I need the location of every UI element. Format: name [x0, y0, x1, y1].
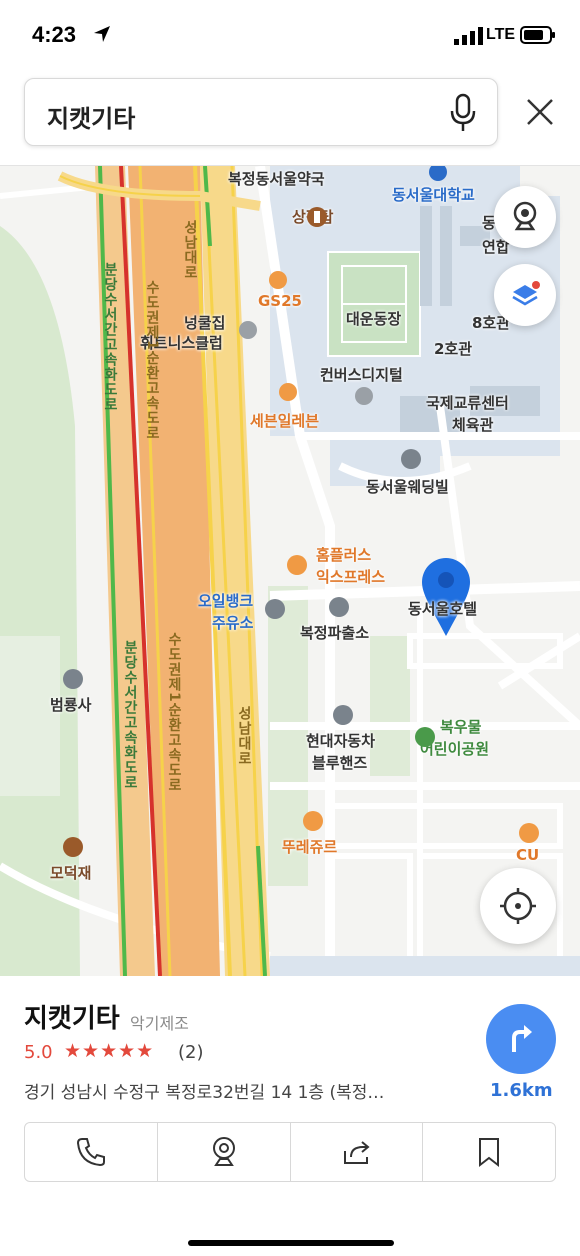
- share-icon: [344, 1141, 370, 1164]
- search-query: 지캣기타: [47, 105, 136, 133]
- search-input[interactable]: 지캣기타: [24, 78, 498, 146]
- poi-converse[interactable]: 컨버스디지털: [320, 364, 403, 385]
- poi-homeplus-2[interactable]: 익스프레스: [316, 566, 385, 587]
- microphone-icon[interactable]: [447, 93, 479, 133]
- directions-button[interactable]: [486, 1004, 556, 1074]
- car-repair-icon: [333, 705, 353, 725]
- university-icon: [429, 166, 447, 181]
- street-view-icon: [513, 201, 537, 231]
- place-distance: 1.6km: [490, 1080, 553, 1101]
- poi-pharmacy[interactable]: 복정동서울약국: [228, 168, 325, 189]
- road-label-seongnam-2: 성남대로: [236, 706, 252, 766]
- poi-tennis-1[interactable]: 넝쿨집: [184, 312, 225, 333]
- poi-tous[interactable]: 뚜레쥬르: [282, 836, 337, 857]
- my-location-button[interactable]: [480, 868, 556, 944]
- poi-oilbank-1[interactable]: 오일뱅크: [198, 590, 253, 611]
- park-icon: [415, 727, 435, 747]
- poi-hotel[interactable]: 동서울호텔: [408, 598, 477, 619]
- home-indicator: [188, 1240, 394, 1246]
- poi-hall2[interactable]: 2호관: [434, 338, 472, 359]
- poi-field[interactable]: 대운동장: [346, 308, 401, 329]
- bookmark-icon: [479, 1138, 500, 1168]
- convenience-store-icon: [279, 383, 297, 401]
- poi-oilbank-2[interactable]: 주유소: [212, 612, 253, 633]
- poi-modeok[interactable]: 모덕재: [50, 862, 91, 883]
- place-pin[interactable]: [422, 558, 470, 636]
- street-view-button[interactable]: [494, 186, 556, 248]
- review-count[interactable]: (2): [178, 1042, 204, 1063]
- place-card[interactable]: 지캣기타 악기제조 5.0 ★★★★★ (2) 경기 성남시 수정구 복정로32…: [0, 976, 580, 1256]
- statue-icon: [307, 207, 327, 227]
- poi-intl-2[interactable]: 체육관: [452, 414, 493, 435]
- police-icon: [329, 597, 349, 617]
- search-bar: 지캣기타: [0, 70, 580, 166]
- crosshair-icon: [500, 888, 536, 924]
- shop-icon: [355, 387, 373, 405]
- poi-hyundai-1[interactable]: 현대자동차: [306, 730, 375, 751]
- poi-cu[interactable]: CU: [516, 846, 539, 864]
- historic-site-icon: [63, 837, 83, 857]
- poi-police[interactable]: 복정파출소: [300, 622, 369, 643]
- wedding-icon: [401, 449, 421, 469]
- status-bar: 4:23 LTE: [0, 0, 580, 70]
- directions-arrow-icon: [512, 1025, 532, 1052]
- signal-icon: [454, 27, 483, 45]
- poi-homeplus-1[interactable]: 홈플러스: [316, 544, 371, 565]
- poi-wedding[interactable]: 동서울웨딩빌: [366, 476, 449, 497]
- supermarket-icon: [287, 555, 307, 575]
- street-view-icon: [212, 1137, 235, 1166]
- bakery-icon: [303, 811, 323, 831]
- close-icon[interactable]: [518, 90, 562, 134]
- road-label-sudo-2: 수도권제1순환고속도로: [166, 632, 182, 793]
- temple-icon: [63, 669, 83, 689]
- place-address: 경기 성남시 수정구 복정로32번길 14 1층 (복정…: [24, 1083, 385, 1103]
- place-name: 지캣기타: [24, 1004, 120, 1034]
- layers-icon: [512, 281, 540, 306]
- rating-stars-icon: ★★★★★: [64, 1040, 155, 1062]
- poi-intl-1[interactable]: 국제교류센터: [426, 392, 509, 413]
- battery-icon: [520, 26, 555, 44]
- bookmark-button[interactable]: [423, 1123, 555, 1181]
- network-label: LTE: [486, 26, 516, 43]
- action-bar: [24, 1122, 556, 1182]
- gas-station-icon: [265, 599, 285, 619]
- road-label-seongnam-1: 성남대로: [182, 220, 198, 280]
- call-button[interactable]: [25, 1123, 158, 1181]
- store-icon: [269, 271, 287, 289]
- layers-button[interactable]: [494, 264, 556, 326]
- road-label-sudo-1: 수도권제1순환고속도로: [144, 280, 160, 441]
- poi-university[interactable]: 동서울대학교: [392, 184, 475, 205]
- map-view[interactable]: 복정동서울약국 동서울대학교 동서 연합 상징탑 GS25 대운동장 8호관 2…: [0, 166, 580, 976]
- status-time: 4:23: [32, 22, 77, 47]
- road-label-bundang-2: 분당수서간고속화도로: [122, 640, 138, 790]
- convenience-store-icon: [519, 823, 539, 843]
- gym-icon: [239, 321, 257, 339]
- poi-seven-eleven[interactable]: 세븐일레븐: [250, 410, 319, 431]
- share-button[interactable]: [291, 1123, 424, 1181]
- poi-hyundai-2[interactable]: 블루핸즈: [312, 752, 367, 773]
- place-category: 악기제조: [130, 1014, 189, 1033]
- location-arrow-icon: [94, 26, 110, 42]
- poi-gs25[interactable]: GS25: [258, 292, 302, 310]
- street-view-action-button[interactable]: [158, 1123, 291, 1181]
- road-label-bundang: 분당수서간고속화도로: [102, 262, 118, 412]
- poi-temple[interactable]: 범룡사: [50, 694, 91, 715]
- poi-park-1[interactable]: 복우물: [440, 716, 481, 737]
- place-rating: 5.0: [24, 1042, 53, 1063]
- phone-icon: [76, 1138, 105, 1167]
